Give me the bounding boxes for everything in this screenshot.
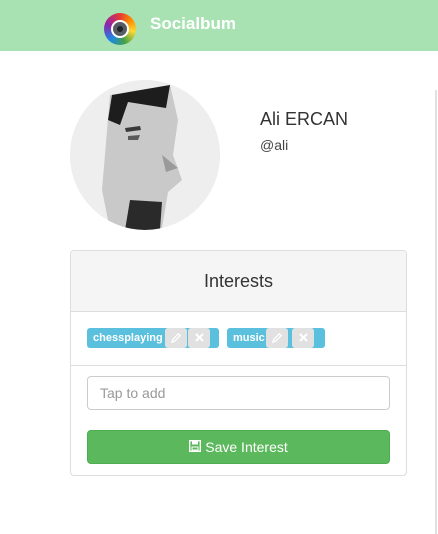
floppy-disk-icon (189, 431, 202, 463)
tag-list: chessplaying music (71, 312, 406, 366)
edit-icon[interactable] (266, 328, 288, 348)
brand-name[interactable]: Socialbum (150, 14, 236, 34)
avatar (70, 80, 220, 230)
close-icon[interactable] (188, 328, 210, 348)
panel-title: Interests (71, 251, 406, 312)
tag-music: music (227, 328, 325, 348)
user-handle: @ali (260, 137, 289, 153)
edit-icon[interactable] (165, 328, 187, 348)
tag-chessplaying: chessplaying (87, 328, 219, 348)
add-interest-input[interactable] (87, 376, 390, 410)
user-name: Ali ERCAN (260, 109, 349, 129)
interests-panel: Interests chessplaying music Save Intere… (70, 250, 407, 476)
close-icon[interactable] (292, 328, 314, 348)
navbar: Socialbum (0, 0, 438, 51)
save-interest-button[interactable]: Save Interest (87, 430, 390, 464)
save-label: Save Interest (205, 439, 288, 455)
scrollbar-edge (435, 90, 437, 534)
camera-lens-icon[interactable] (104, 13, 136, 45)
tag-label: chessplaying (93, 332, 163, 344)
tag-label: music (233, 332, 265, 344)
